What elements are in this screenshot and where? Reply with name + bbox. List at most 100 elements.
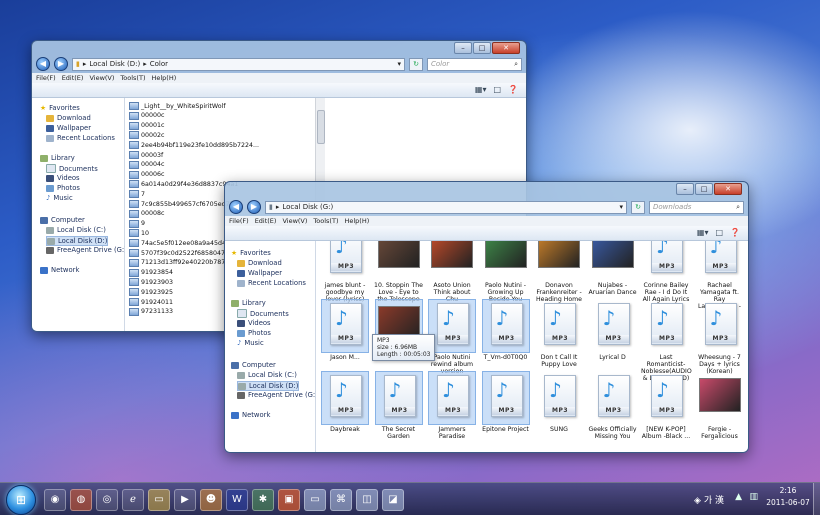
nav-videos[interactable]: Videos	[46, 174, 80, 182]
app-icon[interactable]: ◫	[356, 489, 378, 511]
menu-help[interactable]: Help(H)	[344, 216, 369, 226]
menu-view[interactable]: View(V)	[89, 73, 114, 83]
file-tile[interactable]: Asoto Union Think about Chu	[427, 241, 477, 303]
list-item[interactable]: 00006c	[129, 170, 165, 179]
preview-pane-icon[interactable]: □	[493, 85, 501, 94]
menu-tools[interactable]: Tools(T)	[120, 73, 145, 83]
title-bar[interactable]: – □ ✕	[32, 41, 526, 55]
file-tile[interactable]: ♪ MP3 Geeks Officially Missing You	[588, 371, 638, 440]
minimize-button[interactable]: –	[676, 183, 694, 195]
nav-music[interactable]: ♪ Music	[46, 194, 73, 202]
breadcrumb-item[interactable]: Color	[150, 59, 168, 70]
file-tile[interactable]: ♪ MP3 Daybreak	[320, 371, 370, 433]
file-tile[interactable]: Paolo Nutini - Growing Up Beside You	[481, 241, 531, 303]
file-tile[interactable]: ♪ MP3 The Secret Garden	[374, 371, 424, 440]
file-tile[interactable]: ♪ MP3 Jammers Paradise	[427, 371, 477, 440]
file-tile[interactable]: ♪ MP3 Epitone Project	[481, 371, 531, 433]
list-item[interactable]: 7	[129, 190, 145, 199]
chevron-down-icon[interactable]: ▾	[397, 59, 404, 70]
scrollbar-thumb[interactable]	[317, 110, 325, 144]
list-item[interactable]: 10	[129, 229, 149, 238]
nav-favorites[interactable]: ★ Favorites	[231, 249, 271, 257]
menu-view[interactable]: View(V)	[282, 216, 307, 226]
nav-drive-d[interactable]: Local Disk (D:)	[46, 236, 109, 246]
file-tile[interactable]: ♪MP3james blunt - goodbye my lover (lyri…	[320, 241, 370, 303]
breadcrumb-item[interactable]: Local Disk (G:)	[282, 202, 333, 213]
nav-network[interactable]: Network	[40, 266, 79, 274]
nav-computer[interactable]: Computer	[231, 361, 276, 369]
nav-favorites[interactable]: ★ Favorites	[40, 104, 80, 112]
file-tile[interactable]: 10. Stoppin The Love - Eye to the Telesc…	[374, 241, 424, 303]
preview-pane-icon[interactable]: □	[715, 228, 723, 237]
breadcrumb-item[interactable]: Local Disk (D:)	[89, 59, 140, 70]
list-item[interactable]: 00003f	[129, 151, 163, 159]
file-tile[interactable]: ♪ MP3 T_Vm-d0T0Q0	[481, 299, 531, 361]
ime-indicator[interactable]: ◈ 가 漢	[694, 493, 724, 506]
app-icon[interactable]: ✱	[252, 489, 274, 511]
file-tile[interactable]: Fergie - Fergalicious	[695, 371, 745, 440]
back-button[interactable]: ◀	[36, 57, 50, 71]
nav-network[interactable]: Network	[231, 411, 270, 419]
list-item[interactable]: 91924011	[129, 298, 173, 306]
nav-wallpaper[interactable]: Wallpaper	[46, 124, 91, 132]
address-bar[interactable]: ▮ ▸ Local Disk (G:) ▾	[265, 200, 627, 214]
help-icon[interactable]: ❓	[730, 228, 740, 237]
minimize-button[interactable]: –	[454, 42, 472, 54]
ie-icon[interactable]: ℯ	[122, 489, 144, 511]
chrome-icon[interactable]: ◎	[96, 489, 118, 511]
nav-music[interactable]: ♪ Music	[237, 339, 264, 347]
nav-drive-g[interactable]: FreeAgent Drive (G:)	[237, 391, 318, 399]
menu-file[interactable]: File(F)	[36, 73, 56, 83]
nav-drive-d[interactable]: Local Disk (D:)	[237, 381, 300, 391]
maximize-button[interactable]: □	[473, 42, 491, 54]
list-item[interactable]: 00004c	[129, 160, 165, 169]
nav-library[interactable]: Library	[231, 299, 266, 307]
nav-computer[interactable]: Computer	[40, 216, 85, 224]
show-hidden-icons[interactable]: ▲	[735, 492, 742, 502]
search-input[interactable]: Color ⌕	[427, 57, 522, 71]
file-tile[interactable]: ♪ MP3 [NEW K-POP] Album -Black ...	[641, 371, 691, 440]
title-bar[interactable]: – □ ✕	[225, 182, 748, 196]
file-tile[interactable]: ♪ MP3 Lyrical D	[588, 299, 638, 361]
nav-drive-c[interactable]: Local Disk (C:)	[46, 226, 106, 234]
nav-recent[interactable]: Recent Locations	[46, 134, 115, 142]
app-icon[interactable]: ◉	[44, 489, 66, 511]
close-button[interactable]: ✕	[714, 183, 742, 195]
forward-button[interactable]: ▶	[247, 200, 261, 214]
nav-download[interactable]: Download	[46, 114, 91, 122]
refresh-button[interactable]: ↻	[631, 200, 645, 214]
nav-library[interactable]: Library	[40, 154, 75, 162]
explorer-window-front[interactable]: – □ ✕ ◀ ▶ ▮ ▸ Local Disk (G:) ▾ ↻ Downlo…	[224, 181, 749, 453]
firefox-icon[interactable]: ◍	[70, 489, 92, 511]
search-input[interactable]: Downloads ⌕	[649, 200, 744, 214]
address-bar[interactable]: ▮ ▸ Local Disk (D:) ▸ Color ▾	[72, 57, 405, 71]
file-tile[interactable]: ♪ MP3 Don t Call It Puppy Love	[534, 299, 584, 368]
forward-button[interactable]: ▶	[54, 57, 68, 71]
list-item[interactable]: 00002c	[129, 131, 165, 140]
pdf-icon[interactable]: ⌘	[330, 489, 352, 511]
list-item[interactable]: 00000c	[129, 111, 165, 120]
list-item[interactable]: 91923854	[129, 268, 173, 277]
menu-file[interactable]: File(F)	[229, 216, 249, 226]
back-button[interactable]: ◀	[229, 200, 243, 214]
maximize-button[interactable]: □	[695, 183, 713, 195]
file-tile[interactable]: ♪ MP3 Jason M...	[320, 299, 370, 361]
file-tile[interactable]: Nujabes - Aruarian Dance	[588, 241, 638, 296]
list-item[interactable]: 00008c	[129, 209, 165, 218]
chevron-down-icon[interactable]: ▾	[619, 202, 626, 213]
list-item[interactable]: 9	[129, 219, 145, 228]
network-tray-icon[interactable]: ▥	[749, 492, 758, 502]
nav-photos[interactable]: Photos	[237, 329, 271, 337]
nav-recent[interactable]: Recent Locations	[237, 279, 306, 287]
list-item[interactable]: 2ee4b94bf119e23fe10dd895b7224...	[129, 141, 259, 150]
help-icon[interactable]: ❓	[508, 85, 518, 94]
show-desktop-button[interactable]	[813, 483, 820, 515]
nav-documents[interactable]: Documents	[237, 309, 289, 318]
file-tile[interactable]: ♪ MP3 Wheesung - 7 Days + lyrics (Korean)	[695, 299, 745, 375]
nav-documents[interactable]: Documents	[46, 164, 98, 173]
nav-download[interactable]: Download	[237, 259, 282, 267]
nav-videos[interactable]: Videos	[237, 319, 271, 327]
start-button[interactable]: ⊞	[6, 485, 36, 515]
media-player-icon[interactable]: ▶	[174, 489, 196, 511]
list-item[interactable]: 91923925	[129, 288, 173, 297]
